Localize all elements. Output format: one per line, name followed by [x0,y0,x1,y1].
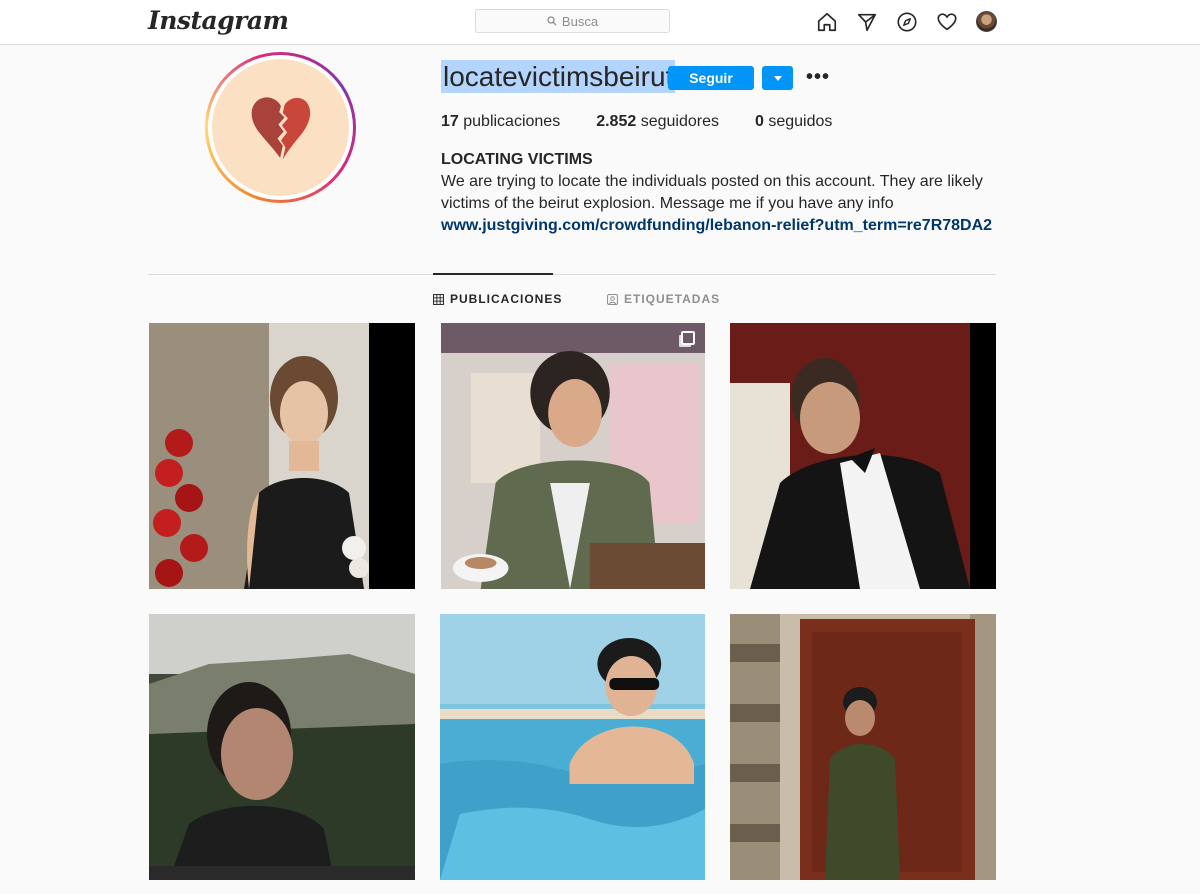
profile-username: locatevictimsbeirut [441,60,676,93]
boy-pool-photo [440,614,705,880]
search-placeholder: Busca [561,13,599,29]
post-thumbnail-1[interactable] [149,323,415,589]
follow-button[interactable]: Seguir [668,66,754,90]
man-tuxedo-photo [730,323,996,589]
profile-avatar[interactable] [975,10,998,33]
woman-black-dress-photo [149,323,415,589]
woman-cafe-photo [441,323,705,589]
post-thumbnail-6[interactable] [730,614,996,880]
tab-tagged[interactable]: ETIQUETADAS [607,292,720,306]
profile-bio: LOCATING VICTIMS We are trying to locate… [441,149,1001,237]
post-thumbnail-2[interactable] [441,323,705,589]
direct-icon[interactable] [855,10,878,33]
broken-heart-lebanon-icon [251,96,310,160]
home-icon[interactable] [815,10,838,33]
bio-text: We are trying to locate the individuals … [441,173,983,212]
tagged-user-icon [607,293,618,305]
top-navigation-bar: Instagram Busca [0,0,1200,45]
more-options-icon[interactable]: ••• [806,67,830,87]
profile-picture [212,59,349,196]
suggestions-dropdown-button[interactable] [762,66,793,90]
profile-stats: 17 publicaciones 2.852 seguidores 0 segu… [441,113,832,131]
activity-heart-icon[interactable] [935,10,958,33]
search-icon [547,16,557,26]
posts-count: 17 publicaciones [441,113,561,130]
man-hillside-photo [149,614,415,880]
post-thumbnail-5[interactable] [440,614,705,880]
active-tab-indicator [433,273,553,275]
tabs-divider [148,274,996,275]
bio-link[interactable]: www.justgiving.com/crowdfunding/lebanon-… [441,215,1001,237]
nav-icons [815,10,998,33]
man-door-photo [730,614,996,880]
grid-icon [433,293,444,305]
explore-icon[interactable] [895,10,918,33]
post-thumbnail-4[interactable] [149,614,415,880]
search-input[interactable]: Busca [475,9,670,33]
followers-link[interactable]: 2.852 seguidores [596,113,719,131]
instagram-logo[interactable]: Instagram [148,6,289,35]
chevron-down-icon [773,75,782,81]
tab-posts[interactable]: PUBLICACIONES [433,292,562,306]
avatar [976,11,997,32]
following-link[interactable]: 0 seguidos [755,113,832,131]
post-thumbnail-3[interactable] [730,323,996,589]
profile-full-name: LOCATING VICTIMS [441,151,593,168]
multiple-photos-icon [681,331,695,345]
profile-avatar-ring[interactable] [205,52,356,203]
